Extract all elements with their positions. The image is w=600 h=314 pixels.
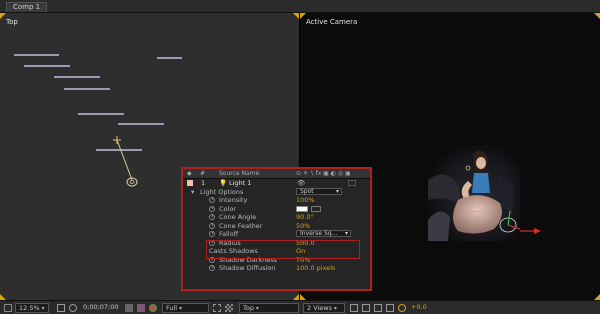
property-label: Intensity [219,196,248,204]
corner-marker [594,13,600,19]
viewer-label-top: Top [6,18,18,26]
property-label: Cone Angle [219,213,257,221]
property-label: Falloff [219,230,239,238]
layer-outline[interactable] [14,54,59,56]
property-row-color[interactable]: Color [183,205,370,214]
composition-tab-bar: Comp 1 [0,0,600,13]
tab-comp-1[interactable]: Comp 1 [6,2,48,12]
property-row-intensity[interactable]: Intensity 100% [183,196,370,205]
spot-light-gizmo-icon[interactable] [108,133,142,191]
pixel-aspect-icon[interactable] [350,304,358,312]
property-value[interactable]: 50% [296,222,310,231]
stopwatch-icon[interactable] [209,222,215,229]
falloff-radius-highlight [206,240,360,259]
layer-name[interactable]: Light 1 [229,179,251,188]
light-type-dropdown[interactable]: Spot [296,187,342,195]
flowchart-icon[interactable] [386,304,394,312]
stopwatch-icon[interactable] [209,214,215,220]
property-row-cone-angle[interactable]: Cone Angle 90.0° [183,213,370,222]
property-value[interactable]: 100% [296,196,315,205]
parent-dropdown[interactable] [348,180,356,186]
stopwatch-icon[interactable] [209,205,215,212]
channel-icon[interactable] [149,304,157,312]
viewer-toolbar: 12.5% 0;00;07;00 Full Top 2 Views +0.0 [0,300,600,314]
property-row-cone-feather[interactable]: Cone Feather 50% [183,222,370,231]
timeline-icon[interactable] [374,304,382,312]
always-preview-icon[interactable] [4,304,12,312]
corner-marker [300,13,306,19]
resolution-dropdown[interactable]: Full [162,303,209,313]
magnification-dropdown[interactable]: 12.5% [15,303,49,313]
stopwatch-icon[interactable] [209,231,215,237]
expand-triangle-icon[interactable]: ▾ [191,188,194,197]
layer-properties-panel: ◆ # Source Name ⊙ ✳ ∖ fx ▣ ◐ ◎ ▣ 1 💡 Lig… [181,167,372,291]
layer-outline[interactable] [24,65,70,67]
layer-outline[interactable] [78,113,124,115]
reset-exposure-icon[interactable] [398,304,406,312]
view-layout-dropdown[interactable]: 2 Views [303,303,345,313]
eyedropper-icon[interactable] [311,205,321,212]
column-hash: # [200,170,206,177]
property-row-falloff[interactable]: Falloff Inverse Sq... [183,230,370,239]
light-options-label: Light Options [200,187,244,196]
exposure-value[interactable]: +0.0 [411,303,427,313]
layer-row-light-1[interactable]: 1 💡 Light 1 👁 [183,179,370,188]
x-axis-arrow-icon [520,228,541,234]
property-value[interactable]: 100.0 pixels [296,264,335,273]
timecode-display[interactable]: 0;00;07;00 [83,303,119,313]
eye-icon[interactable]: 👁 [297,179,305,188]
layer-outline[interactable] [64,88,110,90]
label-color-swatch[interactable] [187,180,193,186]
3d-view-dropdown[interactable]: Top [239,303,299,313]
color-swatch[interactable] [296,205,308,212]
transparency-grid-icon[interactable] [225,304,233,312]
tag-icon: ◆ [187,170,192,177]
rendered-scene-image [428,145,520,241]
column-source-name: Source Name [219,170,260,177]
property-value[interactable]: 90.0° [296,213,314,222]
layer-index: 1 [201,179,206,187]
fast-previews-icon[interactable] [362,304,370,312]
property-label: Shadow Diffusion [219,264,276,272]
property-label: Cone Feather [219,221,263,230]
property-label: Color [219,204,236,213]
stopwatch-icon[interactable] [209,197,215,203]
region-of-interest-icon[interactable] [213,304,221,312]
viewer-label-active-camera: Active Camera [306,18,358,26]
light-bulb-icon: 💡 [219,179,228,187]
safe-margins-icon[interactable] [57,304,65,312]
snapshot-icon[interactable] [125,304,133,312]
mask-visibility-icon[interactable] [69,304,77,312]
light-options-row[interactable]: ▾ Light Options Spot [183,187,370,197]
corner-marker [0,13,6,19]
layer-outline[interactable] [118,123,164,125]
show-snapshot-icon[interactable] [137,304,145,312]
layer-outline[interactable] [157,57,182,59]
layer-outline[interactable] [54,76,100,78]
stopwatch-icon[interactable] [209,265,215,271]
panel-header: ◆ # Source Name ⊙ ✳ ∖ fx ▣ ◐ ◎ ▣ [183,169,370,179]
switches-icons: ⊙ ✳ ∖ fx ▣ ◐ ◎ ▣ [296,170,351,177]
property-row-shadow-diffusion[interactable]: Shadow Diffusion 100.0 pixels [183,264,370,273]
falloff-dropdown[interactable]: Inverse Sq... [296,230,351,237]
